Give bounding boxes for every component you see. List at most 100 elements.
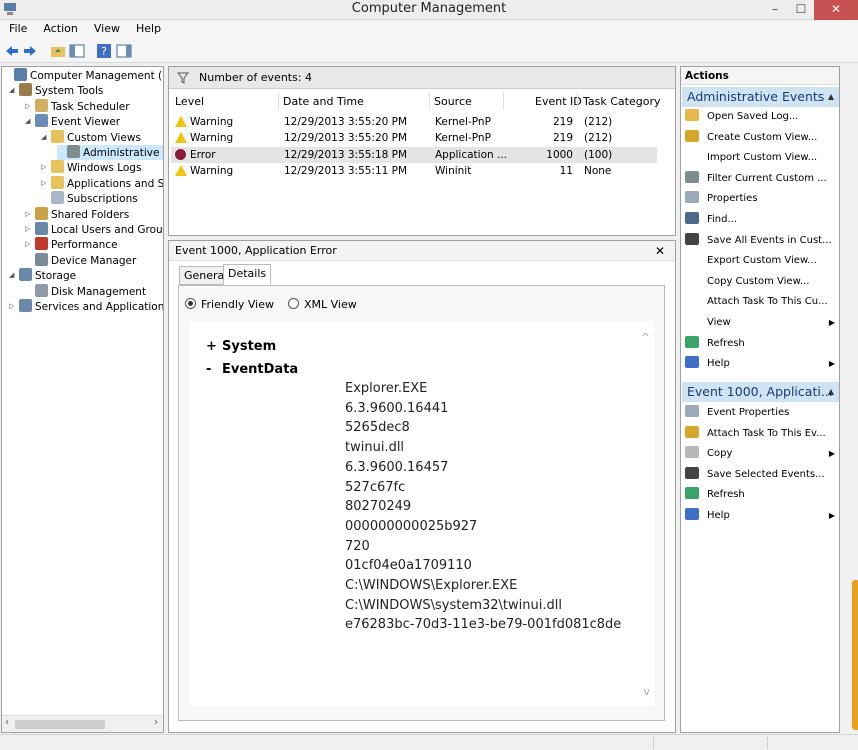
collapse-triangle-icon[interactable]: ▲ [828, 382, 834, 402]
column-divider[interactable] [278, 92, 279, 110]
column-event-id[interactable]: Event ID [535, 95, 582, 108]
close-details-icon[interactable]: ✕ [655, 241, 665, 261]
scroll-right-arrow-icon[interactable]: › [154, 717, 158, 728]
tree-node[interactable]: ▷ Applications and Se [41, 175, 163, 191]
action-item[interactable]: Copy Custom View... [685, 272, 837, 292]
action-item[interactable]: Refresh [685, 334, 837, 354]
xml-view-radio[interactable]: XML View [288, 298, 357, 311]
tree-horizontal-scrollbar[interactable]: ‹ › [2, 715, 163, 732]
tree-node[interactable]: ▷ Shared Folders [25, 206, 129, 222]
friendly-view-radio[interactable]: Friendly View [185, 298, 274, 311]
scroll-left-arrow-icon[interactable]: ‹ [5, 717, 9, 728]
action-item[interactable]: Create Custom View... [685, 128, 837, 148]
tree-node[interactable]: Computer Management (Local [4, 68, 163, 83]
action-item[interactable]: Help ▶ [685, 506, 837, 526]
expand-arrow-icon[interactable]: ▷ [25, 99, 35, 114]
event-level: Warning [190, 132, 234, 145]
tree-node[interactable]: Device Manager [25, 252, 136, 268]
section-label: Administrative Events [687, 89, 825, 104]
menu-view[interactable]: View [85, 21, 127, 35]
close-window-button[interactable]: ✕ [814, 0, 858, 20]
action-item[interactable]: Attach Task To This Cu... [685, 292, 837, 312]
action-item[interactable]: Attach Task To This Ev... [685, 424, 837, 444]
tree-node[interactable]: ◢ Custom Views [41, 129, 141, 145]
event-details-pane: Event 1000, Application Error ✕ General … [168, 240, 676, 733]
column-source[interactable]: Source [434, 95, 472, 108]
action-item[interactable]: Copy ▶ [685, 444, 837, 464]
menu-help[interactable]: Help [127, 21, 168, 35]
tree-node[interactable]: ▷ Services and Applications [9, 299, 163, 314]
column-divider[interactable] [577, 92, 578, 110]
action-item[interactable]: Export Custom View... [685, 251, 837, 271]
action-item[interactable]: Find... [685, 210, 837, 230]
tab-details[interactable]: Details [223, 264, 272, 285]
collapse-triangle-icon[interactable]: ▲ [828, 87, 834, 107]
actions-section-event-1000[interactable]: Event 1000, Applicati... ▲ [682, 382, 839, 402]
forward-arrow-icon[interactable] [22, 43, 38, 59]
collapse-arrow-icon[interactable]: ◢ [9, 268, 19, 283]
expand-arrow-icon[interactable]: ▷ [41, 160, 51, 175]
expand-arrow-icon[interactable]: ▷ [25, 222, 35, 237]
action-item[interactable]: View ▶ [685, 313, 837, 333]
expand-arrow-icon[interactable]: ▷ [25, 207, 35, 222]
minimize-button[interactable]: – [762, 0, 788, 20]
tree-node[interactable]: ▷ Task Scheduler [25, 98, 130, 114]
event-row[interactable]: Warning 12/29/2013 3:55:20 PM Kernel-PnP (2… [171, 130, 657, 146]
eventdata-section-toggle[interactable]: - EventData [206, 362, 298, 377]
collapse-arrow-icon[interactable]: ◢ [41, 130, 51, 145]
tree-node[interactable]: ▷ Local Users and Groups [25, 222, 163, 237]
tree-node[interactable]: ◢ System Tools [9, 83, 103, 98]
tree-node[interactable]: Administrative E [57, 145, 163, 160]
scroll-up-arrow-icon[interactable]: ^ [641, 331, 650, 344]
back-arrow-icon[interactable] [4, 43, 20, 59]
column-task-category[interactable]: Task Category [583, 95, 660, 108]
action-item[interactable]: Open Saved Log... [685, 107, 837, 127]
action-item[interactable]: Import Custom View... [685, 148, 837, 168]
tree-node[interactable]: ◢ Event Viewer [25, 114, 120, 129]
maximize-button[interactable]: ☐ [788, 0, 814, 20]
action-item[interactable]: Refresh [685, 485, 837, 505]
folder-icon [51, 175, 64, 189]
column-divider[interactable] [503, 92, 504, 110]
actions-section-administrative-events[interactable]: Administrative Events ▲ [682, 87, 839, 107]
collapse-arrow-icon[interactable]: ◢ [25, 114, 35, 129]
column-divider[interactable] [429, 92, 430, 110]
show-hide-tree-icon[interactable] [69, 43, 85, 59]
subscriptions-icon [51, 191, 64, 205]
help-icon[interactable]: ? [96, 43, 112, 59]
event-row[interactable]: Warning 12/29/2013 3:55:11 PM Wininit None 1… [171, 163, 657, 179]
radio-unselected-icon[interactable] [288, 298, 299, 309]
eventdata-value: C:\WINDOWS\Explorer.EXE [345, 578, 518, 593]
event-row[interactable]: Error 12/29/2013 3:55:18 PM Application ..… [171, 146, 657, 163]
action-item[interactable]: Help ▶ [685, 354, 837, 374]
tree-node[interactable]: ▷ Performance [25, 237, 118, 252]
scroll-down-arrow-icon[interactable]: v [643, 685, 650, 698]
expand-arrow-icon[interactable]: ▷ [41, 176, 51, 191]
menu-file[interactable]: File [0, 21, 34, 35]
radio-selected-icon[interactable] [185, 298, 196, 309]
menu-action[interactable]: Action [34, 21, 84, 35]
column-level[interactable]: Level [175, 95, 204, 108]
warning-icon [175, 116, 187, 127]
properties-icon [685, 405, 699, 417]
tree-node[interactable]: ▷ Windows Logs [41, 160, 141, 175]
scroll-thumb[interactable] [15, 720, 105, 729]
tree-node[interactable]: ◢ Storage [9, 268, 76, 283]
column-date-time[interactable]: Date and Time [283, 95, 364, 108]
event-row[interactable]: Warning 12/29/2013 3:55:20 PM Kernel-PnP (2… [171, 114, 657, 130]
system-section-toggle[interactable]: + System [206, 339, 276, 354]
expand-arrow-icon[interactable]: ▷ [25, 237, 35, 252]
show-action-pane-icon[interactable] [116, 43, 132, 59]
tree-node[interactable]: Disk Management [25, 283, 146, 299]
collapse-arrow-icon[interactable]: ◢ [9, 83, 19, 98]
up-folder-icon[interactable] [50, 43, 66, 59]
svg-text:?: ? [101, 45, 107, 58]
tree-node[interactable]: Subscriptions [41, 191, 138, 206]
action-item[interactable]: Properties [685, 189, 837, 209]
error-icon [175, 148, 186, 160]
action-item[interactable]: Filter Current Custom ... [685, 169, 837, 189]
action-item[interactable]: Event Properties [685, 403, 837, 423]
action-item[interactable]: Save Selected Events... [685, 465, 837, 485]
expand-arrow-icon[interactable]: ▷ [9, 299, 19, 314]
action-item[interactable]: Save All Events in Cust... [685, 231, 837, 251]
